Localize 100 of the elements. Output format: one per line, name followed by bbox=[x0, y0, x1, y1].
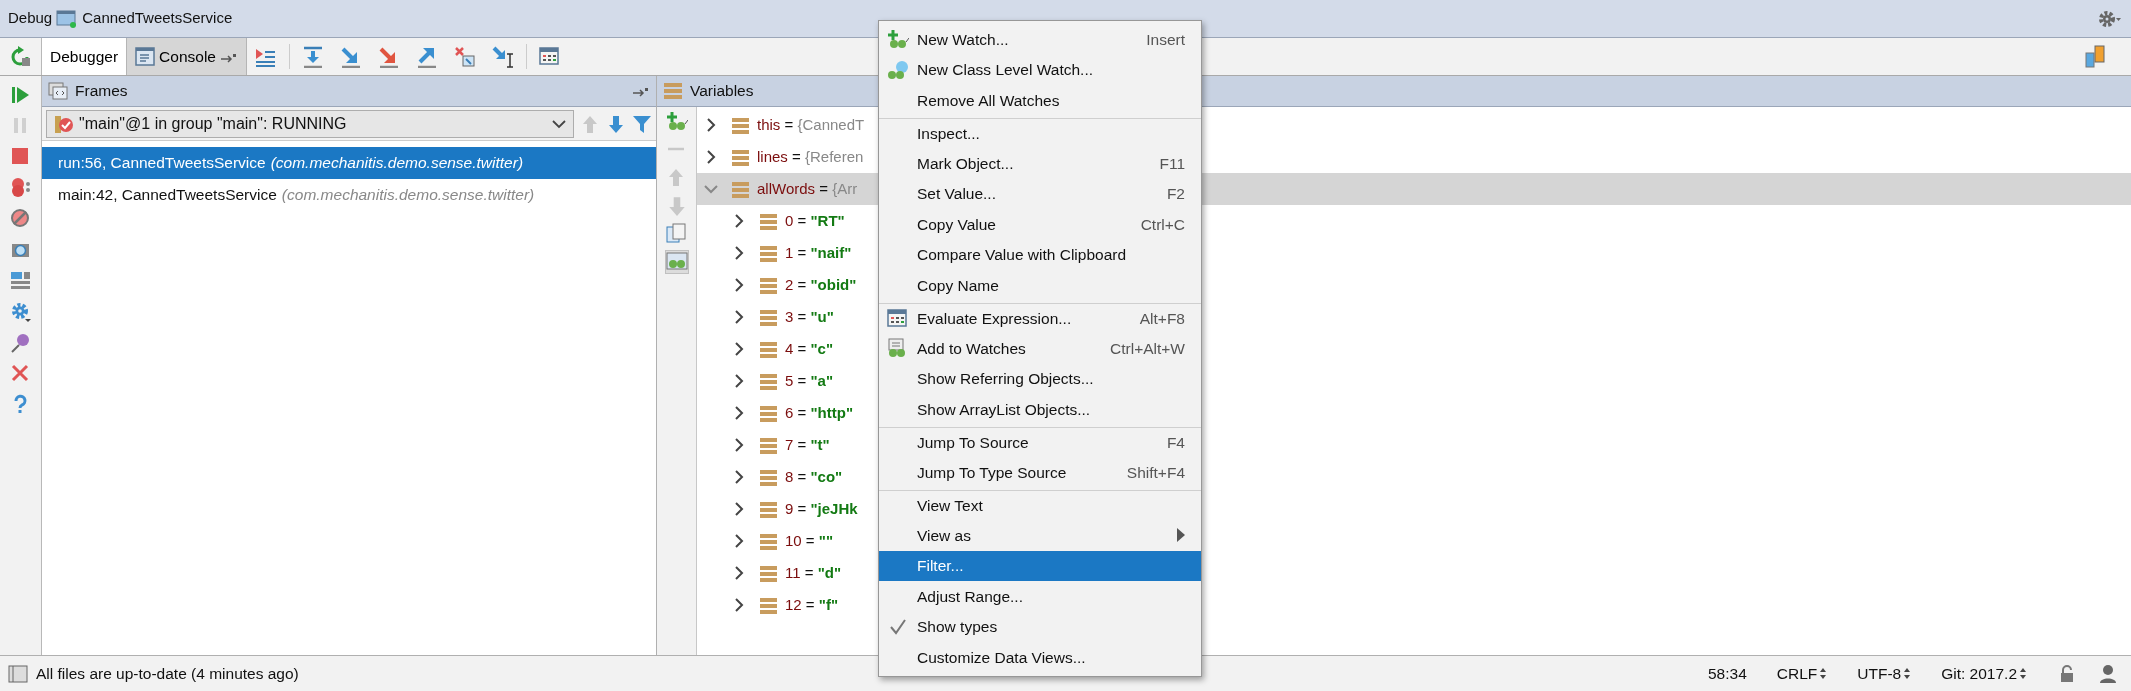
mute-breakpoints-icon[interactable] bbox=[9, 208, 32, 230]
variable-text[interactable]: this = {CannedT bbox=[757, 113, 865, 137]
collapsed-chevron-icon[interactable] bbox=[733, 597, 745, 613]
menu-item[interactable]: Copy Name bbox=[879, 270, 1201, 301]
variable-text[interactable]: 5 = "a" bbox=[785, 369, 834, 393]
menu-item[interactable]: New Watch... Insert bbox=[879, 24, 1201, 55]
layout-icon[interactable] bbox=[9, 270, 32, 292]
evaluate-icon[interactable] bbox=[538, 45, 561, 68]
menu-item[interactable]: Copy Value Ctrl+C bbox=[879, 209, 1201, 240]
collapsed-chevron-icon[interactable] bbox=[733, 277, 745, 293]
class-watch-icon bbox=[887, 59, 909, 80]
updown-icon bbox=[2019, 667, 2027, 680]
add-watch-icon[interactable] bbox=[665, 111, 688, 133]
menu-item[interactable]: Jump To Type Source Shift+F4 bbox=[879, 457, 1201, 488]
shortcut-text: F2 bbox=[1166, 184, 1185, 205]
menu-item[interactable]: Mark Object... F11 bbox=[879, 148, 1201, 179]
variable-text[interactable]: 2 = "obid" bbox=[785, 273, 857, 297]
panel-title: Frames bbox=[75, 81, 128, 102]
menu-item[interactable]: Compare Value with Clipboard bbox=[879, 239, 1201, 270]
vcs-branch-widget[interactable]: Git: 2017.2 bbox=[1941, 661, 2027, 686]
variable-text[interactable]: 10 = "" bbox=[785, 529, 834, 553]
drop-frame-icon[interactable] bbox=[453, 45, 476, 68]
variable-text[interactable]: 9 = "jeJHk bbox=[785, 497, 858, 521]
menu-item[interactable]: Adjust Range... bbox=[879, 581, 1201, 612]
field-icon bbox=[731, 116, 749, 134]
collapsed-chevron-icon[interactable] bbox=[705, 149, 717, 165]
menu-item[interactable]: Show ArrayList Objects... bbox=[879, 394, 1201, 425]
pin-icon[interactable] bbox=[9, 332, 32, 354]
settings-icon[interactable] bbox=[9, 301, 32, 323]
step-out-icon[interactable] bbox=[415, 45, 438, 68]
rerun-icon[interactable] bbox=[9, 45, 32, 68]
menu-item[interactable]: Show types bbox=[879, 611, 1201, 642]
caret-position[interactable]: 58:34 bbox=[1707, 661, 1747, 686]
variable-text[interactable]: allWords = {Arr bbox=[757, 177, 858, 201]
collapsed-chevron-icon[interactable] bbox=[733, 245, 745, 261]
collapsed-chevron-icon[interactable] bbox=[733, 213, 745, 229]
thread-dropdown[interactable]: "main"@1 in group "main": RUNNING bbox=[46, 109, 574, 138]
collapsed-chevron-icon[interactable] bbox=[733, 309, 745, 325]
threads-icon[interactable] bbox=[2085, 44, 2107, 69]
menu-item[interactable]: Remove All Watches bbox=[879, 85, 1201, 116]
menu-item[interactable]: New Class Level Watch... bbox=[879, 54, 1201, 85]
variable-text[interactable]: 7 = "t" bbox=[785, 433, 830, 457]
package-name: (com.mechanitis.demo.sense.twitter) bbox=[270, 153, 524, 174]
copy-icon[interactable] bbox=[665, 223, 688, 245]
expanded-chevron-icon[interactable] bbox=[703, 182, 719, 196]
collapsed-chevron-icon[interactable] bbox=[733, 565, 745, 581]
step-into-icon[interactable] bbox=[339, 45, 362, 68]
variable-text[interactable]: 0 = "RT" bbox=[785, 209, 845, 233]
encoding-widget[interactable]: UTF-8 bbox=[1857, 661, 1912, 686]
variable-text[interactable]: 11 = "d" bbox=[785, 561, 842, 585]
variables-icon bbox=[663, 81, 683, 101]
variable-text[interactable]: 1 = "naif" bbox=[785, 241, 852, 265]
force-step-into-icon[interactable] bbox=[377, 45, 400, 68]
collapsed-chevron-icon[interactable] bbox=[733, 501, 745, 517]
menu-item[interactable]: Add to Watches Ctrl+Alt+W bbox=[879, 333, 1201, 364]
step-over-icon[interactable] bbox=[301, 45, 324, 68]
field-icon bbox=[759, 500, 777, 518]
tab[interactable]: Debugger bbox=[42, 38, 128, 75]
frame-row[interactable]: run:56, CannedTweetsService (com.mechanitis.demo.sense.twitter) bbox=[42, 147, 656, 179]
collapsed-chevron-icon[interactable] bbox=[733, 533, 745, 549]
collapsed-chevron-icon[interactable] bbox=[733, 405, 745, 421]
session-title[interactable]: CannedTweetsService bbox=[82, 7, 233, 30]
tab[interactable]: Console bbox=[127, 38, 247, 75]
variable-text[interactable]: 3 = "u" bbox=[785, 305, 834, 329]
menu-item[interactable]: Filter... bbox=[879, 550, 1201, 581]
filter-icon[interactable] bbox=[632, 113, 652, 134]
collapsed-chevron-icon[interactable] bbox=[733, 373, 745, 389]
frame-row[interactable]: main:42, CannedTweetsService (com.mechanitis.demo.sense.twitter) bbox=[42, 179, 656, 211]
run-to-cursor-icon[interactable] bbox=[491, 45, 514, 68]
collapsed-chevron-icon[interactable] bbox=[705, 117, 717, 133]
menu-item[interactable]: Jump To Source F4 bbox=[879, 426, 1201, 457]
hide-icon[interactable] bbox=[632, 85, 650, 97]
variable-text[interactable]: 4 = "c" bbox=[785, 337, 834, 361]
down-arrow-icon[interactable] bbox=[606, 113, 626, 134]
settings-icon[interactable] bbox=[2097, 8, 2123, 29]
frames-icon bbox=[48, 82, 68, 100]
menu-item[interactable]: Inspect... bbox=[879, 117, 1201, 148]
variable-text[interactable]: 12 = "f" bbox=[785, 593, 838, 617]
watches-icon[interactable] bbox=[665, 251, 688, 273]
menu-item[interactable]: Customize Data Views... bbox=[879, 642, 1201, 673]
collapsed-chevron-icon[interactable] bbox=[733, 469, 745, 485]
breakpoints-icon[interactable] bbox=[9, 177, 32, 199]
menu-item[interactable]: Set Value... F2 bbox=[879, 178, 1201, 209]
collapsed-chevron-icon[interactable] bbox=[733, 437, 745, 453]
package-name: (com.mechanitis.demo.sense.twitter) bbox=[281, 185, 535, 206]
line-separator-widget[interactable]: CRLF bbox=[1776, 661, 1828, 686]
variable-text[interactable]: 8 = "co" bbox=[785, 465, 843, 489]
lock-icon[interactable] bbox=[2059, 664, 2075, 683]
panel-toggle-icon[interactable] bbox=[8, 664, 28, 683]
variable-text[interactable]: lines = {Referen bbox=[757, 145, 864, 169]
collapsed-chevron-icon[interactable] bbox=[733, 341, 745, 357]
menu-item[interactable]: View Text bbox=[879, 489, 1201, 520]
field-icon bbox=[759, 308, 777, 326]
menu-item[interactable]: Show Referring Objects... bbox=[879, 363, 1201, 394]
menu-item[interactable]: Evaluate Expression... Alt+F8 bbox=[879, 302, 1201, 333]
thread-icon bbox=[53, 113, 73, 134]
menu-item[interactable]: View as bbox=[879, 520, 1201, 551]
shortcut-text: Ctrl+Alt+W bbox=[1110, 338, 1185, 359]
variable-text[interactable]: 6 = "http" bbox=[785, 401, 853, 425]
add-watch-icon bbox=[887, 29, 909, 50]
